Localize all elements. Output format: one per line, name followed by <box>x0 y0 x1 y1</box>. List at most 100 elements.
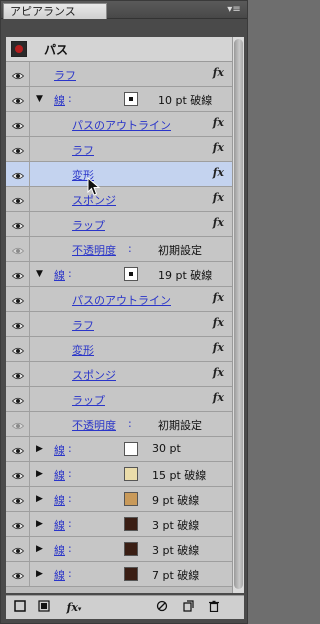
effect-row[interactable]: 変形 fx <box>6 162 232 187</box>
visibility-eye-icon[interactable] <box>11 120 25 130</box>
visibility-eye-icon[interactable] <box>11 220 25 230</box>
stroke-weight-value[interactable]: 3 pt 破線 <box>152 517 199 533</box>
add-effect-icon[interactable]: fx▾ <box>62 600 86 616</box>
effect-row[interactable]: パスのアウトライン fx <box>6 287 232 312</box>
visibility-eye-icon[interactable] <box>11 370 25 380</box>
stroke-color-swatch[interactable] <box>124 267 138 281</box>
stroke-row[interactable]: ▶ 線: 3 pt 破線 <box>6 512 232 537</box>
visibility-eye-icon[interactable] <box>11 570 25 580</box>
stroke-row[interactable]: ▶ 線: 30 pt <box>6 437 232 462</box>
visibility-eye-icon[interactable] <box>11 145 25 155</box>
visibility-eye-icon[interactable] <box>11 295 25 305</box>
visibility-eye-icon[interactable] <box>11 270 25 280</box>
opacity-value[interactable]: 初期設定 <box>158 417 202 433</box>
visibility-eye-icon[interactable] <box>11 245 25 255</box>
effect-label[interactable]: ラフ <box>72 317 94 333</box>
stroke-weight-value[interactable]: 9 pt 破線 <box>152 492 199 508</box>
visibility-eye-icon[interactable] <box>11 345 25 355</box>
effect-row[interactable]: ラフ fx <box>6 312 232 337</box>
effect-label[interactable]: パスのアウトライン <box>72 117 171 133</box>
column-divider <box>29 162 30 186</box>
visibility-eye-icon[interactable] <box>11 70 25 80</box>
column-divider <box>29 387 30 411</box>
visibility-eye-icon[interactable] <box>11 520 25 530</box>
stroke-color-swatch[interactable] <box>124 467 138 481</box>
opacity-label[interactable]: 不透明度 <box>72 242 116 258</box>
stroke-row[interactable]: ▶ 線: 15 pt 破線 <box>6 462 232 487</box>
effect-row[interactable]: パスのアウトライン fx <box>6 112 232 137</box>
stroke-label[interactable]: 線 <box>54 517 65 533</box>
delete-item-icon[interactable] <box>206 600 222 616</box>
add-new-fill-icon[interactable] <box>36 600 52 616</box>
visibility-eye-icon[interactable] <box>11 545 25 555</box>
panel-menu-icon[interactable]: ▾≡ <box>227 3 241 16</box>
visibility-eye-icon[interactable] <box>11 420 25 430</box>
stroke-label[interactable]: 線 <box>54 567 65 583</box>
effect-label[interactable]: ラップ <box>72 217 105 233</box>
scroll-thumb[interactable] <box>234 39 243 589</box>
stroke-color-swatch[interactable] <box>124 92 138 106</box>
visibility-eye-icon[interactable] <box>11 95 25 105</box>
stroke-weight-value[interactable]: 19 pt 破線 <box>158 267 212 283</box>
disclosure-collapsed-icon[interactable]: ▶ <box>36 569 43 579</box>
visibility-eye-icon[interactable] <box>11 445 25 455</box>
stroke-row[interactable]: ▶ 線: 3 pt 破線 <box>6 537 232 562</box>
visibility-eye-icon[interactable] <box>11 170 25 180</box>
add-new-stroke-icon[interactable] <box>12 600 28 616</box>
clear-appearance-icon[interactable] <box>154 600 170 616</box>
visibility-eye-icon[interactable] <box>11 495 25 505</box>
opacity-row[interactable]: 不透明度: 初期設定 <box>6 412 232 437</box>
effect-row[interactable]: ラップ fx <box>6 212 232 237</box>
duplicate-item-icon[interactable] <box>180 600 196 616</box>
effect-label[interactable]: パスのアウトライン <box>72 292 171 308</box>
stroke-label[interactable]: 線 <box>54 542 65 558</box>
stroke-weight-value[interactable]: 3 pt 破線 <box>152 542 199 558</box>
visibility-eye-icon[interactable] <box>11 320 25 330</box>
disclosure-collapsed-icon[interactable]: ▶ <box>36 544 43 554</box>
stroke-color-swatch[interactable] <box>124 492 138 506</box>
stroke-weight-value[interactable]: 15 pt 破線 <box>152 467 206 483</box>
effect-label[interactable]: ラフ <box>72 142 94 158</box>
effect-label[interactable]: ラフ <box>54 67 76 83</box>
stroke-label[interactable]: 線 <box>54 442 65 458</box>
visibility-eye-icon[interactable] <box>11 195 25 205</box>
opacity-label[interactable]: 不透明度 <box>72 417 116 433</box>
effect-row[interactable]: スポンジ fx <box>6 362 232 387</box>
stroke-weight-value[interactable]: 10 pt 破線 <box>158 92 212 108</box>
disclosure-expanded-icon[interactable]: ▼ <box>36 269 43 279</box>
effect-row[interactable]: ラップ fx <box>6 387 232 412</box>
effect-row[interactable]: 変形 fx <box>6 337 232 362</box>
disclosure-expanded-icon[interactable]: ▼ <box>36 94 43 104</box>
stroke-label[interactable]: 線 <box>54 492 65 508</box>
disclosure-collapsed-icon[interactable]: ▶ <box>36 444 43 454</box>
stroke-row[interactable]: ▶ 線: 7 pt 破線 <box>6 562 232 587</box>
stroke-color-swatch[interactable] <box>124 517 138 531</box>
visibility-eye-icon[interactable] <box>11 395 25 405</box>
disclosure-collapsed-icon[interactable]: ▶ <box>36 519 43 529</box>
effect-label[interactable]: 変形 <box>72 342 94 358</box>
stroke-label[interactable]: 線 <box>54 92 65 108</box>
stroke-label[interactable]: 線 <box>54 267 65 283</box>
stroke-row[interactable]: ▼ 線: 10 pt 破線 <box>6 87 232 112</box>
vertical-scrollbar[interactable] <box>232 37 244 593</box>
stroke-row[interactable]: ▼ 線: 19 pt 破線 <box>6 262 232 287</box>
effect-row[interactable]: ラフ fx <box>6 62 232 87</box>
opacity-row[interactable]: 不透明度: 初期設定 <box>6 237 232 262</box>
stroke-color-swatch[interactable] <box>124 567 138 581</box>
stroke-row[interactable]: ▶ 線: 9 pt 破線 <box>6 487 232 512</box>
stroke-color-swatch[interactable] <box>124 442 138 456</box>
effect-label[interactable]: スポンジ <box>72 367 116 383</box>
opacity-value[interactable]: 初期設定 <box>158 242 202 258</box>
stroke-color-swatch[interactable] <box>124 542 138 556</box>
disclosure-collapsed-icon[interactable]: ▶ <box>36 469 43 479</box>
disclosure-collapsed-icon[interactable]: ▶ <box>36 494 43 504</box>
effect-row[interactable]: ラフ fx <box>6 137 232 162</box>
stroke-label[interactable]: 線 <box>54 467 65 483</box>
stroke-weight-value[interactable]: 7 pt 破線 <box>152 567 199 583</box>
tab-appearance[interactable]: アピアランス <box>3 3 107 19</box>
visibility-eye-icon[interactable] <box>11 470 25 480</box>
effect-label[interactable]: ラップ <box>72 392 105 408</box>
effect-row[interactable]: スポンジ fx <box>6 187 232 212</box>
stroke-weight-value[interactable]: 30 pt <box>152 442 181 455</box>
effect-fx-icon: fx <box>212 66 224 79</box>
